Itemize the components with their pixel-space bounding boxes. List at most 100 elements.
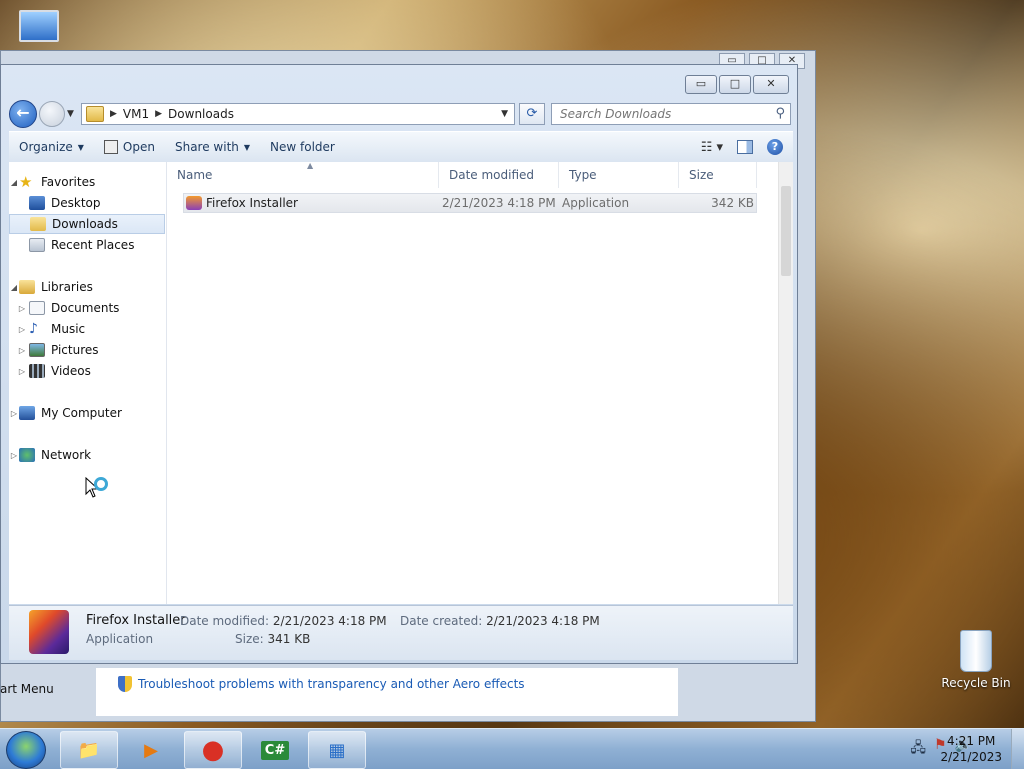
breadcrumb-vm1[interactable]: VM1 [123,107,149,121]
details-pane: Firefox Installer Application Date modif… [9,605,793,660]
clock-time: 4:21 PM [947,734,996,748]
file-name[interactable]: Firefox Installer [206,196,442,210]
start-button[interactable] [6,731,46,769]
sidebar-item-downloads[interactable]: Downloads [9,214,165,234]
collapse-arrow-icon[interactable]: ◢ [9,283,19,292]
organize-label: Organize [19,140,73,154]
media-player-icon: ▶ [144,739,158,761]
chrome-icon: ● [201,735,225,765]
sidebar-item-label: Libraries [41,280,93,294]
computer-icon [19,406,35,420]
sidebar-item-favorites[interactable]: ◢ ★ Favorites [9,172,165,192]
address-dropdown-icon[interactable]: ▼ [501,109,508,119]
sidebar-item-label: Videos [51,364,91,378]
view-options-icon[interactable]: ☷ ▾ [701,140,723,155]
recycle-bin-desktop-icon[interactable]: Recycle Bin [940,630,1012,690]
open-icon [103,140,118,154]
search-input[interactable] [558,106,762,122]
file-row-firefox-installer[interactable]: Firefox Installer 2/21/2023 4:18 PM Appl… [183,193,757,213]
expand-arrow-icon[interactable]: ▷ [17,325,27,334]
firefox-installer-large-icon [29,610,69,654]
expand-arrow-icon[interactable]: ▷ [17,346,27,355]
forward-button[interactable] [39,101,65,127]
breadcrumb-downloads[interactable]: Downloads [168,107,234,121]
sidebar-item-documents[interactable]: ▷ Documents [9,298,165,318]
details-file-type: Application [86,632,154,646]
navigation-pane: ◢ ★ Favorites Desktop Downloads Recent P… [9,162,167,604]
file-date-modified: 2/21/2023 4:18 PM [442,196,556,210]
expand-arrow-icon[interactable]: ▷ [9,451,19,460]
chevron-right-icon[interactable]: ▶ [110,109,117,119]
taskbar-media-player-button[interactable]: ▶ [122,731,180,769]
start-menu-partial-label: art Menu [0,682,54,696]
shield-icon [118,676,132,692]
minimize-button[interactable]: ▭ [685,75,717,94]
sidebar-item-videos[interactable]: ▷ Videos [9,361,165,381]
music-icon: ♪ [29,321,38,337]
star-icon: ★ [19,173,33,191]
taskbar-explorer-button[interactable]: 📁 [60,731,118,769]
new-folder-button[interactable]: New folder [260,133,345,161]
taskbar-csharp-button[interactable]: C# [246,731,304,769]
recycle-bin-icon [960,630,992,672]
sidebar-item-label: Music [51,322,86,336]
open-button[interactable]: Open [94,133,165,161]
date-created-value: 2/21/2023 4:18 PM [486,614,600,628]
sidebar-item-label: Favorites [41,175,96,189]
pictures-icon [29,343,45,357]
refresh-button[interactable]: ⟳ [519,103,545,125]
sidebar-item-my-computer[interactable]: ▷ My Computer [9,403,165,423]
scrollbar-thumb[interactable] [781,186,791,276]
maximize-button[interactable]: □ [719,75,751,94]
sidebar-item-libraries[interactable]: ◢ Libraries [9,277,165,297]
new-folder-label: New folder [270,140,335,154]
expand-arrow-icon[interactable]: ▷ [17,367,27,376]
collapse-arrow-icon[interactable]: ◢ [9,178,19,187]
folder-icon [86,106,104,122]
search-box[interactable]: ⚲ [551,103,791,125]
libraries-icon [19,280,35,294]
troubleshoot-link[interactable]: Troubleshoot problems with transparency … [118,676,525,692]
network-tray-icon[interactable]: 🖧 [910,737,926,761]
details-date-created: Date created: 2/21/2023 4:18 PM [400,614,600,628]
open-label: Open [122,140,155,154]
explorer-caption-buttons: ▭ □ ✕ [685,75,789,94]
view-controls: ☷ ▾ ? [701,139,793,155]
close-button[interactable]: ✕ [753,75,789,94]
show-desktop-button[interactable] [1011,729,1024,769]
sidebar-item-music[interactable]: ▷ ♪ Music [9,319,165,339]
sidebar-item-recent-places[interactable]: Recent Places [9,235,165,255]
details-date-modified: Date modified: 2/21/2023 4:18 PM [180,614,387,628]
sidebar-item-desktop[interactable]: Desktop [9,193,165,213]
chevron-right-icon[interactable]: ▶ [155,109,162,119]
sidebar-item-label: Desktop [51,196,101,210]
sidebar-item-network[interactable]: ▷ Network [9,445,165,465]
taskbar-remote-desktop-button[interactable]: ▦ [308,731,366,769]
busy-cursor-icon [85,476,113,506]
clock[interactable]: 4:21 PM 2/21/2023 [940,733,1002,765]
sidebar-item-pictures[interactable]: ▷ Pictures [9,340,165,360]
column-header-date-modified[interactable]: Date modified [439,162,559,188]
downloads-folder-icon [30,217,46,231]
firefox-installer-icon [186,196,202,210]
preview-pane-icon[interactable] [737,140,753,154]
back-button[interactable]: ← [9,100,37,128]
address-bar[interactable]: ▶ VM1 ▶ Downloads ▼ [81,103,515,125]
help-icon[interactable]: ? [767,139,783,155]
recent-pages-dropdown[interactable]: ▼ [67,109,77,119]
taskbar-chrome-button[interactable]: ● [184,731,242,769]
column-header-size[interactable]: Size [679,162,757,188]
expand-arrow-icon[interactable]: ▷ [9,409,19,418]
expand-arrow-icon[interactable]: ▷ [17,304,27,313]
recycle-bin-label: Recycle Bin [941,676,1011,690]
column-header-type[interactable]: Type [559,162,679,188]
vertical-scrollbar[interactable] [778,162,793,604]
share-with-button[interactable]: Share with ▼ [165,133,260,161]
sidebar-item-label: My Computer [41,406,122,420]
computer-desktop-icon[interactable] [16,10,62,48]
details-size: Size: 341 KB [235,632,310,646]
troubleshoot-link-text[interactable]: Troubleshoot problems with transparency … [138,677,525,691]
column-header-name[interactable]: Name [167,162,439,188]
organize-button[interactable]: Organize ▼ [9,133,94,161]
search-icon[interactable]: ⚲ [775,106,785,121]
